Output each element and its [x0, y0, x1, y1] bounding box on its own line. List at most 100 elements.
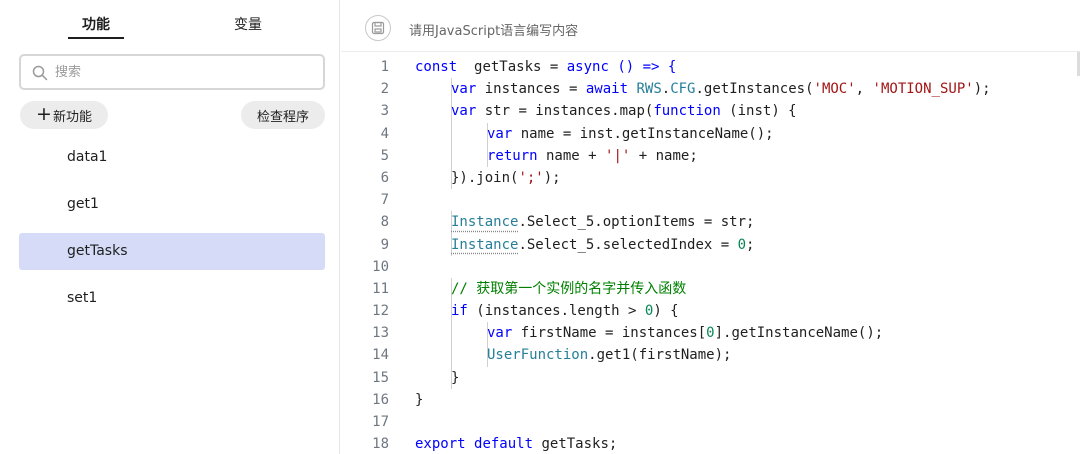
line-number: 1	[380, 59, 389, 75]
panel-tabs: 功能 变量	[0, 0, 340, 46]
code-token: 0	[706, 325, 715, 342]
function-item[interactable]: set1	[19, 280, 325, 317]
search-icon	[32, 65, 48, 81]
code-line: 6 }).join(';');	[341, 166, 1080, 190]
code-token: ) {	[653, 303, 679, 320]
code-line: 9 Instance.Select_5.selectedIndex = 0;	[341, 233, 1080, 256]
code-token: .getInstances(	[695, 81, 814, 98]
code-line: 7	[341, 189, 1080, 211]
code-token: firstName = instances[	[512, 325, 707, 342]
code-token: name +	[537, 147, 606, 164]
code-text: }	[415, 389, 423, 411]
code-text: export default getTasks;	[415, 433, 617, 454]
code-token: var	[487, 125, 513, 142]
line-number: 17	[372, 414, 389, 430]
code-text: var instances = await RWS.CFG.getInstanc…	[451, 78, 991, 100]
line-number: 14	[372, 347, 389, 364]
indent-guide	[451, 122, 452, 145]
code-line: 18 export default getTasks;	[341, 433, 1080, 454]
code-token: return	[487, 147, 538, 164]
editor-hint: 请用JavaScript语言编写内容	[409, 24, 579, 39]
line-number: 3	[380, 103, 389, 120]
code-token: () => {	[608, 59, 677, 75]
code-token: (instances.length >	[467, 303, 645, 320]
code-token: .	[661, 81, 671, 98]
code-token: var	[451, 81, 477, 98]
code-token: 'MOTION_SUP'	[872, 81, 974, 98]
code-line: 8 Instance.Select_5.optionItems = str;	[341, 211, 1080, 234]
code-token: ,	[855, 81, 873, 98]
code-token: export	[415, 436, 466, 453]
line-number: 7	[380, 192, 389, 209]
code-token: Instance	[451, 236, 519, 253]
code-token: }	[451, 369, 460, 386]
line-number: 5	[380, 147, 389, 164]
code-line: 15}	[341, 366, 1080, 389]
code-token: '|'	[605, 147, 631, 164]
function-item[interactable]: data1	[19, 139, 325, 176]
code-text: UserFunction.get1(firstName);	[487, 344, 731, 366]
search-input[interactable]	[55, 62, 315, 82]
function-panel: 功能 变量 + 新功能 检查程序 data1 get1 getTasks set1	[0, 0, 340, 454]
function-item[interactable]: get1	[19, 186, 325, 223]
code-token: 'MOC'	[813, 81, 856, 98]
line-number: 15	[372, 369, 389, 386]
check-program-button[interactable]: 检查程序	[241, 101, 325, 129]
code-line: 13 var firstName = instances[0].getInstan…	[341, 322, 1080, 345]
code-text: // 获取第一个实例的名字并传入函数	[451, 278, 686, 300]
line-number: 6	[380, 169, 389, 186]
code-token: function	[653, 103, 721, 120]
code-line: 5 return name + '|' + name;	[341, 144, 1080, 167]
code-text: var str = instances.map(function (inst) …	[451, 100, 797, 122]
code-token: .get1(firstName);	[588, 347, 732, 364]
code-token: instances =	[476, 81, 586, 98]
save-icon[interactable]	[365, 15, 391, 41]
new-function-label: 新功能	[52, 109, 92, 125]
code-token: }	[415, 391, 424, 408]
code-line: 2 var instances = await RWS.CFG.getInstan…	[341, 78, 1080, 101]
indent-guide	[451, 144, 452, 167]
code-token: ;	[746, 236, 755, 253]
code-line: 12 if (instances.length > 0) {	[341, 300, 1080, 323]
code-text: var name = inst.getInstanceName();	[487, 123, 774, 145]
code-token: async	[566, 59, 609, 75]
tab-variables[interactable]: 变量	[220, 14, 276, 34]
code-token: getTasks;	[533, 436, 618, 453]
code-line: 16}	[341, 389, 1080, 411]
code-token: str = instances.map(	[476, 103, 654, 120]
line-number: 11	[372, 280, 389, 297]
code-token: name = inst.getInstanceName();	[512, 125, 774, 142]
function-item[interactable]: getTasks	[19, 233, 325, 270]
code-text: Instance.Select_5.selectedIndex = 0;	[451, 234, 754, 256]
code-text: var firstName = instances[0].getInstance…	[487, 322, 883, 344]
code-token: RWS	[636, 81, 662, 98]
code-editor[interactable]: 请用JavaScript语言编写内容 1 const getTasks = asy…	[341, 0, 1080, 454]
code-token: .Select_5.selectedIndex =	[518, 236, 738, 253]
code-line: 3 var str = instances.map(function (inst)…	[341, 100, 1080, 123]
line-number: 12	[372, 303, 389, 320]
line-number: 2	[380, 81, 389, 98]
tab-functions[interactable]: 功能	[68, 14, 124, 34]
code-line: 4 var name = inst.getInstanceName();	[341, 122, 1080, 145]
code-line: 17	[341, 411, 1080, 433]
code-text: }).join(';');	[451, 167, 561, 189]
indent-guide	[451, 344, 452, 367]
code-line: 14 UserFunction.get1(firstName);	[341, 344, 1080, 367]
search-box[interactable]	[19, 54, 325, 90]
code-token: default	[474, 436, 534, 453]
code-token: const	[415, 59, 458, 75]
code-text: Instance.Select_5.optionItems = str;	[451, 211, 754, 233]
code-token: + name;	[630, 147, 698, 164]
new-function-button[interactable]: + 新功能	[20, 101, 108, 129]
floppy-disk-icon	[371, 21, 385, 35]
code-token: // 获取第一个实例的名字并传入函数	[451, 280, 687, 297]
code-token: getTasks =	[457, 59, 567, 75]
plus-icon: +	[36, 102, 52, 125]
line-number: 18	[372, 436, 389, 453]
line-number: 8	[380, 214, 389, 231]
code-token: UserFunction	[487, 347, 589, 364]
code-token: }).join(	[451, 169, 519, 186]
code-area[interactable]: 1 const getTasks = async () => { 2 var inst…	[341, 56, 1080, 454]
code-token: (inst) {	[720, 103, 797, 120]
